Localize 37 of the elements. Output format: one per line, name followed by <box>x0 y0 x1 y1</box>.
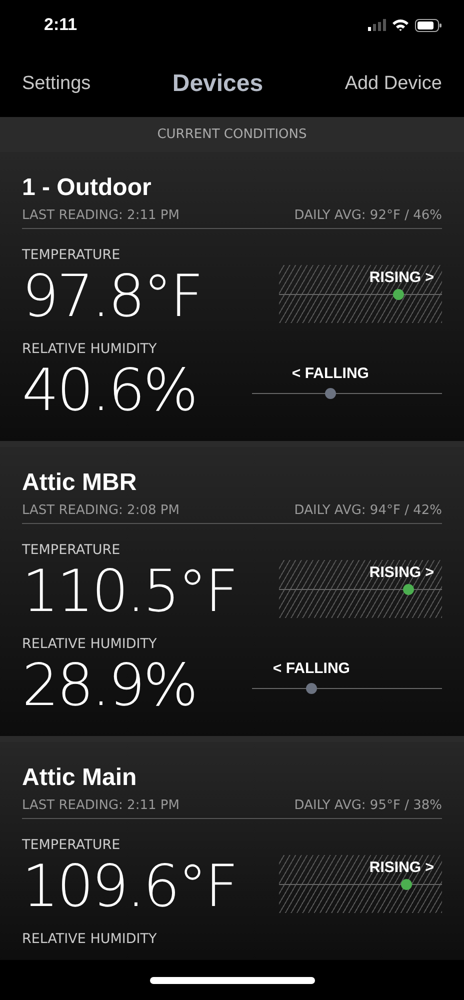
device-name: Attic Main <box>22 763 138 793</box>
trend-label: RISING > <box>369 564 434 581</box>
section-header: CURRENT CONDITIONS <box>0 117 464 152</box>
metric-value: 40.6% <box>22 357 196 423</box>
trend-label: < FALLING <box>292 365 369 382</box>
last-reading: LAST READING: 2:11 PM <box>22 798 180 813</box>
metric-label: TEMPERATURE <box>22 837 122 853</box>
signal-icon <box>368 19 386 31</box>
status-time: 2:11 <box>44 15 78 35</box>
metric-label: RELATIVE HUMIDITY <box>22 341 158 357</box>
add-device-link[interactable]: Add Device <box>344 72 442 94</box>
metric-value: 97.8°F <box>22 263 202 329</box>
metric-value: 110.5°F <box>22 558 236 624</box>
home-indicator[interactable] <box>150 976 314 984</box>
metric-label: TEMPERATURE <box>22 542 122 558</box>
device-name: Attic MBR <box>22 468 138 498</box>
device-name: 1 - Outdoor <box>22 173 152 203</box>
trend-label: < FALLING <box>272 660 350 677</box>
metric-value: 28.9% <box>22 652 196 718</box>
wifi-icon <box>392 19 409 31</box>
last-reading: LAST READING: 2:08 PM <box>22 503 180 518</box>
metric-label: RELATIVE HUMIDITY <box>22 636 158 652</box>
page-title: Devices <box>172 70 264 98</box>
device-card[interactable]: 1 - Outdoor LAST READING: 2:11 PM DAILY AVG: 92°F / 46% TEMPERATURE 97.8°F RISING > RELATIVE HUMIDITY 40.6% < FALLING <box>0 152 464 441</box>
metric-label: TEMPERATURE <box>22 247 122 263</box>
metric-value: 109.6°F <box>22 853 236 919</box>
daily-average: DAILY AVG: 94°F / 42% <box>294 503 442 518</box>
trend-label: RISING > <box>369 859 434 876</box>
device-card[interactable]: Attic Main LAST READING: 2:11 PM DAILY AVG: 95°F / 38% TEMPERATURE 109.6°F RISING > RELATIVE HUMIDITY <box>0 742 464 960</box>
settings-link[interactable]: Settings <box>22 72 91 94</box>
metric-label: RELATIVE HUMIDITY <box>22 931 157 947</box>
battery-icon <box>415 18 442 32</box>
last-reading: LAST READING: 2:11 PM <box>22 208 180 223</box>
trend-label: RISING > <box>369 269 434 286</box>
device-card[interactable]: Attic MBR LAST READING: 2:08 PM DAILY AVG: 94°F / 42% TEMPERATURE 110.5°F RISING > RELATIVE HUMIDITY 28.9% < FALLING <box>0 447 464 736</box>
daily-average: DAILY AVG: 95°F / 38% <box>294 798 442 813</box>
daily-average: DAILY AVG: 92°F / 46% <box>294 208 442 223</box>
